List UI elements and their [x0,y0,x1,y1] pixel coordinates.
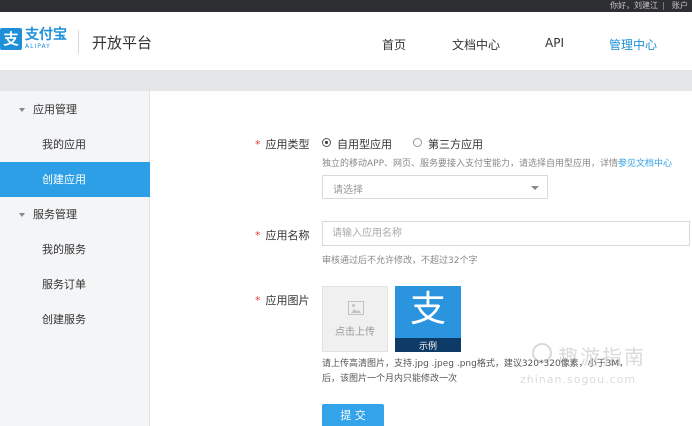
sample-caption: 示例 [419,342,438,352]
logo-cn-text: 支付宝 [25,27,67,43]
upload-label: 点击上传 [335,327,375,338]
user-greeting: 你好，刘建江 [610,1,658,10]
logo-en-text: ALIPAY [25,43,51,50]
nav-home[interactable]: 首页 [382,36,406,53]
account-link[interactable]: 账户 [672,0,688,12]
sidebar-item-label: 服务订单 [42,278,86,291]
nav-management[interactable]: 管理中心 [609,36,657,53]
caret-down-icon [19,213,25,217]
alipay-logo-text: 支付宝 ALIPAY [25,27,67,51]
app-type-hint: 独立的移动APP、网页、服务要接入支付宝能力，请选择自用型应用，详情参见文档中心 [322,159,673,169]
sidebar: 应用管理 我的应用 创建应用 服务管理 我的服务 服务订单 创建服务 [0,91,150,426]
sidebar-item-label: 创建应用 [42,173,86,186]
sidebar-group-app-management[interactable]: 应用管理 [0,93,150,127]
sidebar-item-label: 我的应用 [42,138,86,151]
sidebar-item-create-app[interactable]: 创建应用 [0,162,150,197]
alipay-logo[interactable]: 支 支付宝 ALIPAY [0,28,67,50]
app-category-select[interactable]: 请选择 [322,175,548,199]
sample-alipay-glyph: 支 [409,289,446,330]
radio-self-use-label[interactable]: 自用型应用 [337,136,392,152]
sidebar-group-service-management[interactable]: 服务管理 [0,198,150,232]
watermark: 趣游指南 zhinan.sogou.com [520,341,690,391]
image-requirements-line2: 后，该图片一个月内只能修改一次 [322,374,458,384]
sidebar-item-service-orders[interactable]: 服务订单 [0,267,150,302]
docs-center-link[interactable]: 参见文档中心 [618,159,672,169]
radio-self-use[interactable] [322,138,331,147]
sidebar-item-create-service[interactable]: 创建服务 [0,302,150,337]
sidebar-group-label: 服务管理 [33,208,77,221]
nav-api[interactable]: API [545,36,564,50]
watermark-cn: 趣游指南 [558,345,646,369]
radio-third-party-label[interactable]: 第三方应用 [428,136,483,152]
radio-third-party[interactable] [413,138,422,147]
sidebar-item-label: 创建服务 [42,313,86,326]
app-name-label: * 应用名称 [255,229,310,242]
select-placeholder: 请选择 [333,185,363,196]
sample-image: 支 示例 [395,286,461,352]
sidebar-item-my-apps[interactable]: 我的应用 [0,127,150,162]
chevron-down-icon [531,186,539,190]
app-name-hint: 审核通过后不允许修改，不超过32个字 [322,256,478,266]
sample-caption-bar: 示例 [395,338,461,352]
header-band [0,70,692,91]
sidebar-item-my-services[interactable]: 我的服务 [0,232,150,267]
sidebar-group-label: 应用管理 [33,103,77,116]
image-upload-button[interactable]: 点击上传 [322,286,388,352]
watermark-en: zhinan.sogou.com [520,373,637,386]
top-account-bar: 你好，刘建江 账户 [0,0,692,12]
image-icon [348,301,364,315]
header-divider [78,30,79,54]
app-image-label: * 应用图片 [255,294,310,307]
alipay-logo-mark: 支 [0,28,22,50]
app-name-input[interactable] [322,221,690,246]
caret-down-icon [19,108,25,112]
account-divider [663,2,664,10]
app-type-label: * 应用类型 [255,138,310,151]
sidebar-item-label: 我的服务 [42,243,86,256]
platform-name: 开放平台 [92,34,153,52]
watermark-logo-icon [532,343,552,363]
submit-button[interactable]: 提 交 [322,404,384,426]
site-header: 支 支付宝 ALIPAY 开放平台 首页 文档中心 API 管理中心 [0,12,692,70]
nav-docs[interactable]: 文档中心 [452,36,500,53]
